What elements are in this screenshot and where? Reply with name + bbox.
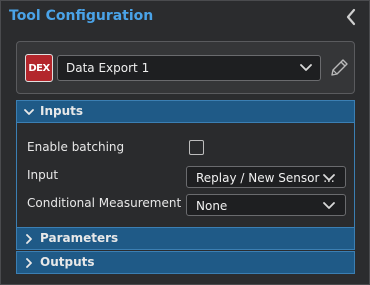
conditional-measurement-value: None xyxy=(196,199,228,213)
chevron-down-icon xyxy=(323,174,335,181)
input-dropdown[interactable]: Replay / New Sensor ... xyxy=(186,166,346,188)
chevron-down-icon xyxy=(24,109,34,115)
chevron-right-icon xyxy=(26,258,32,268)
enable-batching-label: Enable batching xyxy=(27,140,125,154)
conditional-measurement-label: Conditional Measurement xyxy=(27,196,182,210)
conditional-measurement-dropdown[interactable]: None xyxy=(186,194,346,216)
chevron-right-icon xyxy=(26,234,32,244)
pencil-icon[interactable] xyxy=(328,56,350,80)
input-dropdown-value: Replay / New Sensor ... xyxy=(196,171,335,185)
chevron-left-icon[interactable] xyxy=(343,7,359,27)
section-parameters-header[interactable]: Parameters xyxy=(16,227,355,250)
enable-batching-checkbox[interactable] xyxy=(189,140,204,155)
chevron-down-icon xyxy=(300,64,312,71)
input-label: Input xyxy=(27,168,59,182)
tool-selector-box: DEX Data Export 1 xyxy=(16,41,355,94)
tool-select-dropdown[interactable]: Data Export 1 xyxy=(57,55,321,81)
panel-header: Tool Configuration xyxy=(1,1,369,33)
tool-badge: DEX xyxy=(25,54,53,82)
section-parameters-label: Parameters xyxy=(40,231,119,245)
section-outputs-label: Outputs xyxy=(40,255,95,269)
chevron-down-icon xyxy=(323,202,335,209)
inputs-section-body: Enable batching Input Replay / New Senso… xyxy=(16,123,355,227)
section-inputs-header[interactable]: Inputs xyxy=(16,100,355,123)
tool-configuration-panel: Tool Configuration DEX Data Export 1 Inp… xyxy=(0,0,370,285)
section-outputs-header[interactable]: Outputs xyxy=(16,251,355,274)
tool-select-value: Data Export 1 xyxy=(66,61,150,75)
panel-title: Tool Configuration xyxy=(9,8,154,24)
section-inputs-label: Inputs xyxy=(40,104,84,118)
